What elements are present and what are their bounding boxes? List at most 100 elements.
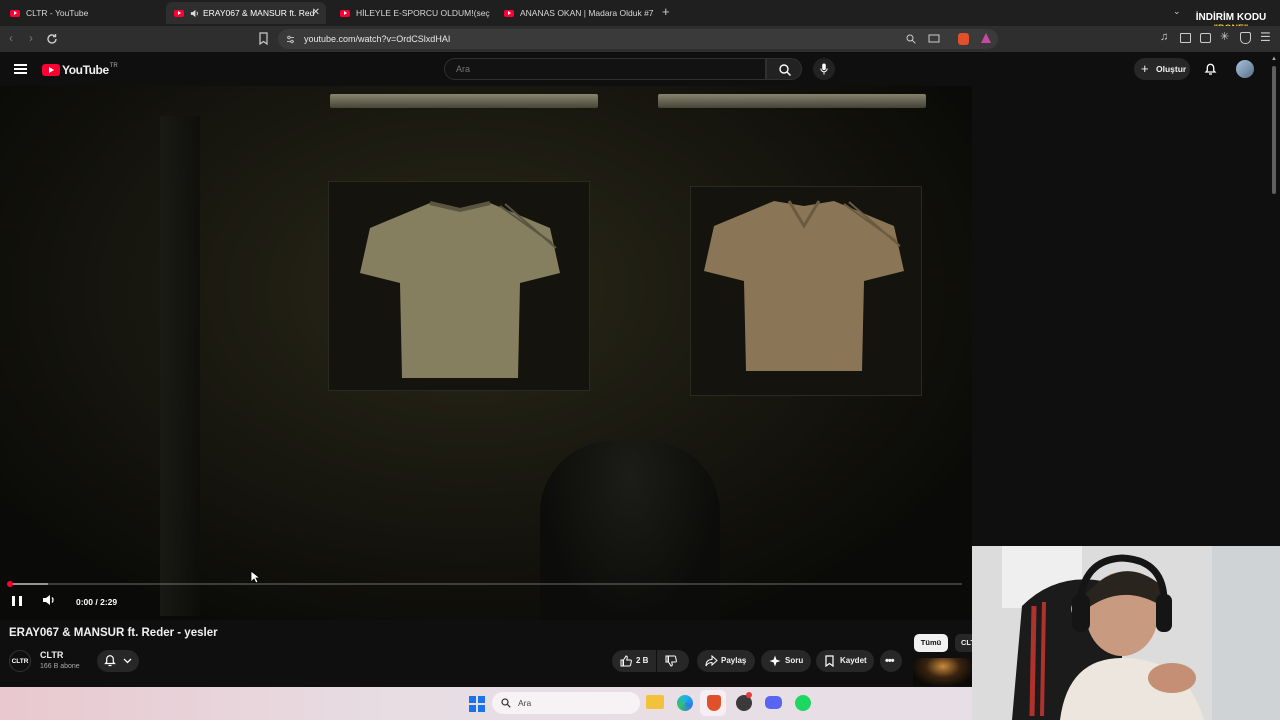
youtube-favicon-icon (340, 9, 350, 17)
media-music-icon[interactable]: ♫ (1160, 31, 1168, 43)
related-video-thumbnail[interactable] (913, 658, 973, 686)
tab-hileyle[interactable]: HİLEYLE E-SPORCU OLDUM!(seçmele (330, 2, 490, 24)
browser-menu-icon[interactable]: ☰ (1260, 30, 1271, 44)
channel-name[interactable]: CLTR (40, 650, 63, 660)
search-input[interactable] (444, 58, 766, 80)
youtube-logo[interactable]: YouTube TR (42, 63, 118, 77)
youtube-favicon-icon (10, 9, 20, 17)
tab-current-video[interactable]: ERAY067 & MANSUR ft. Reder ✕ (166, 2, 326, 24)
video-scene-pillar (160, 116, 200, 616)
close-tab-icon[interactable]: ✕ (312, 7, 320, 18)
vpn-shield-icon[interactable] (1240, 32, 1251, 44)
tab-cltr-youtube[interactable]: CLTR - YouTube (0, 2, 166, 24)
save-bookmark-icon (825, 655, 834, 667)
video-scene-person (540, 441, 720, 620)
search-icon (779, 64, 791, 76)
edge-browser-icon[interactable] (677, 695, 693, 711)
ceiling-light (658, 94, 926, 108)
windows-taskbar (0, 687, 972, 720)
share-icon (705, 655, 718, 667)
tab-label: ANANAS OKAN | Madara Olduk #73: (520, 8, 654, 18)
create-button[interactable]: + Oluştur (1134, 58, 1190, 80)
video-scene-jersey (360, 201, 560, 378)
tab-list-chevron-icon[interactable]: ⌄ (1173, 6, 1181, 17)
sidebar-toggle-icon[interactable] (1180, 33, 1191, 43)
youtube-play-logo-icon (42, 64, 60, 76)
youtube-favicon-icon (504, 9, 514, 17)
site-settings-icon[interactable] (286, 35, 295, 44)
more-actions-button[interactable]: ••• (880, 650, 902, 672)
taskbar-search[interactable]: Ara (492, 692, 640, 714)
ask-button[interactable]: Soru (761, 650, 811, 672)
reload-icon[interactable] (46, 33, 58, 45)
time-display: 0:00 / 2:29 (76, 597, 118, 607)
zoom-icon[interactable] (906, 34, 916, 44)
webcam-overlay (972, 546, 1280, 720)
new-tab-plus-icon[interactable]: + (662, 4, 670, 19)
page-scrollbar-thumb[interactable] (1272, 66, 1276, 194)
filter-chip-all[interactable]: Tümü (914, 634, 948, 652)
progress-bar[interactable] (10, 583, 962, 585)
streamer-webcam-image (972, 546, 1280, 720)
volume-icon[interactable] (42, 594, 56, 606)
audio-playing-icon (190, 9, 198, 17)
scroll-up-arrow-icon[interactable]: ▲ (1271, 56, 1277, 62)
cast-icon[interactable] (928, 34, 940, 44)
dislike-button[interactable] (657, 650, 689, 672)
voice-search-button[interactable] (813, 58, 835, 80)
brave-taskbar-icon[interactable] (707, 695, 721, 711)
promo-line-1: İNDİRİM KODU (1195, 12, 1267, 23)
progress-scrubber[interactable] (7, 581, 13, 587)
tab-label: HİLEYLE E-SPORCU OLDUM!(seçmele (356, 8, 490, 18)
forward-arrow-icon[interactable]: › (29, 31, 33, 45)
taskbar-search-placeholder: Ara (518, 698, 532, 708)
notifications-bell-icon[interactable] (1204, 62, 1217, 76)
tab-ananas-okan[interactable]: ANANAS OKAN | Madara Olduk #73: (494, 2, 654, 24)
subscribed-notifications-button[interactable] (97, 650, 139, 672)
youtube-favicon-icon (174, 9, 184, 17)
youtube-header: YouTube TR + Oluştur (0, 52, 1280, 86)
user-avatar[interactable] (1236, 60, 1254, 78)
share-button[interactable]: Paylaş (697, 650, 755, 672)
video-player[interactable]: 0:00 / 2:29 (0, 86, 972, 620)
tab-label: ERAY067 & MANSUR ft. Reder (203, 8, 315, 18)
file-explorer-icon[interactable] (646, 695, 664, 709)
discord-icon[interactable] (765, 696, 782, 709)
sparkle-icon (769, 655, 781, 667)
extensions-icon[interactable]: ✳ (1220, 30, 1229, 43)
microphone-icon (820, 63, 828, 75)
subscriber-count: 166 B abone (40, 663, 80, 670)
plus-icon: + (1141, 61, 1149, 76)
url-text: youtube.com/watch?v=OrdCSlxdHAI (304, 34, 451, 44)
notification-dot-icon (746, 692, 752, 698)
menu-hamburger-icon[interactable] (14, 64, 27, 74)
ceiling-light (330, 94, 598, 108)
brave-shield-icon[interactable] (958, 33, 969, 45)
youtube-logo-text: YouTube (62, 63, 109, 77)
chevron-down-icon (123, 658, 132, 664)
thumbs-up-icon (620, 655, 632, 667)
channel-avatar[interactable]: CLTR (9, 650, 31, 672)
url-bar[interactable]: youtube.com/watch?v=OrdCSlxdHAI (278, 29, 998, 49)
back-arrow-icon[interactable]: ‹ (9, 31, 13, 45)
thumbs-down-icon (665, 655, 677, 667)
search-button[interactable] (766, 58, 802, 80)
brave-rewards-icon[interactable] (981, 33, 991, 43)
wallet-icon[interactable] (1200, 33, 1211, 43)
spotify-icon[interactable] (795, 695, 811, 711)
windows-start-icon[interactable] (469, 696, 485, 712)
bookmark-icon[interactable] (258, 32, 269, 45)
pause-icon[interactable] (12, 596, 22, 606)
save-label: Kaydet (840, 656, 867, 665)
like-count: 2 B (636, 656, 649, 665)
share-label: Paylaş (721, 656, 747, 665)
save-button[interactable]: Kaydet (816, 650, 874, 672)
region-code: TR (109, 63, 118, 69)
mouse-cursor-icon (250, 570, 260, 584)
more-horizontal-icon: ••• (885, 655, 895, 667)
video-title: ERAY067 & MANSUR ft. Reder - yesler (9, 627, 218, 639)
browser-tab-strip: CLTR - YouTube ERAY067 & MANSUR ft. Rede… (0, 0, 1280, 26)
tab-label: CLTR - YouTube (26, 8, 89, 18)
bell-icon (104, 655, 116, 667)
like-button[interactable]: 2 B (612, 650, 656, 672)
